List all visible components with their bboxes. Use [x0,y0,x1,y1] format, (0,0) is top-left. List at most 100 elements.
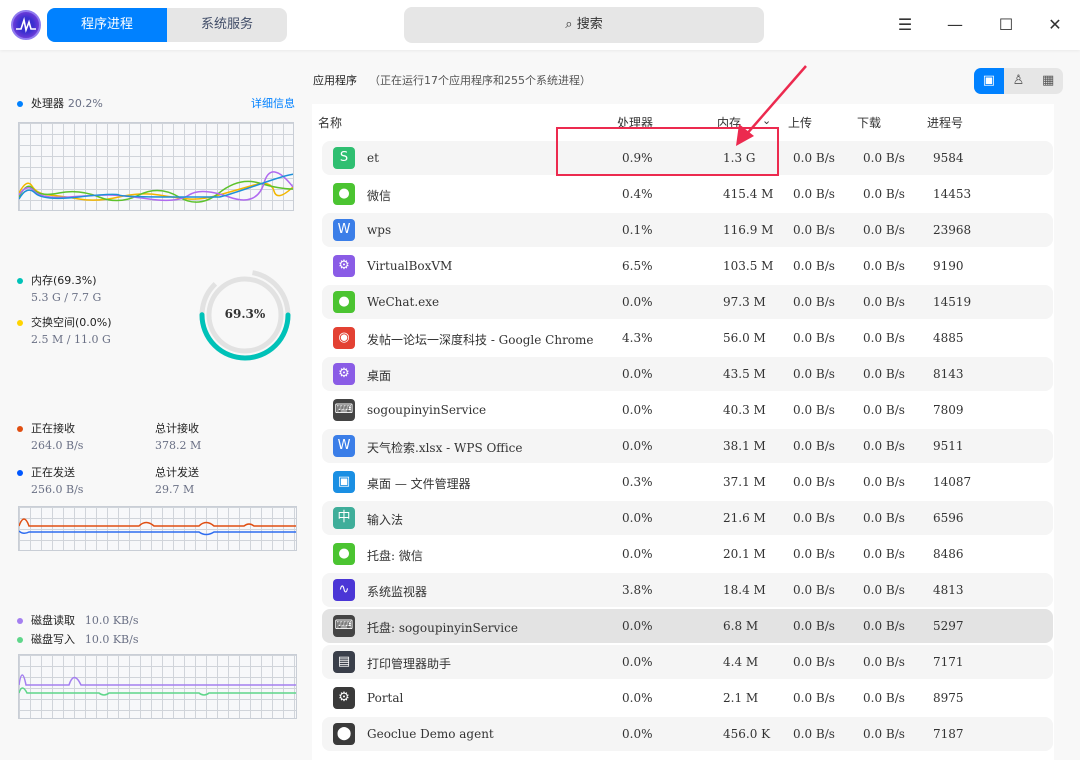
cpu-detail-link[interactable]: 详细信息 [251,95,295,111]
process-upload: 0.0 B/s [793,547,835,561]
sidebar-monitor: 处理器 20.2% 详细信息 内存(69.3%) 5.3 G / 7.7 G 交… [0,50,310,760]
table-row[interactable]: ▣ 桌面 — 文件管理器 0.3% 37.1 M 0.0 B/s 0.0 B/s… [322,465,1053,499]
process-cpu: 0.0% [622,367,653,381]
process-download: 0.0 B/s [863,547,905,561]
process-cpu: 0.0% [622,655,653,669]
panel-subtitle: （正在运行17个应用程序和255个系统进程） [369,74,591,87]
minimize-button[interactable]: — [940,10,970,40]
process-upload: 0.0 B/s [793,727,835,741]
process-download: 0.0 B/s [863,475,905,489]
tab-processes[interactable]: 程序进程 [47,8,167,42]
process-cpu: 0.0% [622,403,653,417]
process-memory: 21.6 M [723,511,766,525]
table-row[interactable]: 中 输入法 0.0% 21.6 M 0.0 B/s 0.0 B/s 6596 [322,501,1053,535]
table-row[interactable]: ⚙ 桌面 0.0% 43.5 M 0.0 B/s 0.0 B/s 8143 [322,357,1053,391]
process-download: 0.0 B/s [863,619,905,633]
disk-write-line [19,687,296,696]
process-upload: 0.0 B/s [793,187,835,201]
process-name: 打印管理器助手 [367,657,452,671]
column-name[interactable]: 名称 [318,114,342,131]
process-download: 0.0 B/s [863,439,905,453]
tab-services[interactable]: 系统服务 [167,8,287,42]
user-filter-icon[interactable]: ♙ [1004,68,1034,94]
process-download: 0.0 B/s [863,691,905,705]
table-row[interactable]: ⌨ 托盘: sogoupinyinService 0.0% 6.8 M 0.0 … [322,609,1053,643]
process-name: VirtualBoxVM [367,259,453,273]
search-input[interactable]: ⌕ 搜索 [404,7,764,43]
apps-filter-icon[interactable]: ▣ [974,68,1004,94]
table-row[interactable]: W wps 0.1% 116.9 M 0.0 B/s 0.0 B/s 23968 [322,213,1053,247]
column-upload[interactable]: 上传 [788,114,812,131]
send-line [19,530,296,536]
input-method-icon: 中 [333,507,355,529]
process-name: sogoupinyinService [367,403,487,417]
chrome-icon: ◉ [333,327,355,349]
process-memory: 38.1 M [723,439,766,453]
close-button[interactable]: ✕ [1040,10,1070,40]
all-processes-filter-icon[interactable]: ▦ [1033,68,1063,94]
process-upload: 0.0 B/s [793,619,835,633]
disk-write-dot [17,636,23,643]
process-memory: 2.1 M [723,691,759,705]
view-switcher: 程序进程 系统服务 [47,8,287,42]
process-download: 0.0 B/s [863,655,905,669]
keyboard-icon: ⌨ [333,615,355,637]
process-memory: 40.3 M [723,403,766,417]
sort-chevron-icon[interactable]: ⌄ [762,114,771,127]
table-row[interactable]: ⚙ VirtualBoxVM 6.5% 103.5 M 0.0 B/s 0.0 … [322,249,1053,283]
process-name: WeChat.exe [367,295,440,309]
maximize-button[interactable]: ☐ [991,10,1021,40]
process-name: 桌面 [367,369,392,383]
disk-read-line [19,674,296,686]
process-memory: 415.4 M [723,187,774,201]
swap-value: 2.5 M / 11.0 G [31,333,111,346]
process-memory: 43.5 M [723,367,766,381]
process-pid: 8143 [933,367,964,381]
menu-button[interactable]: ☰ [890,10,920,40]
process-name: Portal [367,691,404,705]
process-pid: 4885 [933,331,964,345]
memory-value: 5.3 G / 7.7 G [31,291,102,304]
process-cpu: 0.0% [622,295,653,309]
process-upload: 0.0 B/s [793,475,835,489]
table-row[interactable]: W 天气检索.xlsx - WPS Office 0.0% 38.1 M 0.0… [322,429,1053,463]
wechat-icon: ● [333,183,355,205]
process-name: 天气检索.xlsx - WPS Office [367,441,523,455]
table-row[interactable]: ∿ 系统监视器 3.8% 18.4 M 0.0 B/s 0.0 B/s 4813 [322,573,1053,607]
process-table: 名称 处理器 内存 ⌄ 上传 下载 进程号 S et 0.9% 1.3 G 0.… [312,104,1054,760]
table-row[interactable]: ⌨ sogoupinyinService 0.0% 40.3 M 0.0 B/s… [322,393,1053,427]
disk-read-value: 10.0 KB/s [84,614,139,627]
process-memory: 97.3 M [723,295,766,309]
printer-icon: ▤ [333,651,355,673]
process-cpu: 0.3% [622,475,653,489]
cpu-value: 20.2% [67,97,103,110]
column-pid[interactable]: 进程号 [927,114,963,131]
app-logo-icon [11,10,41,40]
process-name: Geoclue Demo agent [367,727,494,741]
column-download[interactable]: 下载 [857,114,881,131]
process-upload: 0.0 B/s [793,583,835,597]
process-pid: 7187 [933,727,964,741]
total-send-label: 总计发送 [155,466,199,479]
process-download: 0.0 B/s [863,259,905,273]
process-cpu: 0.0% [622,619,653,633]
process-pid: 8486 [933,547,964,561]
table-row[interactable]: ● 托盘: 微信 0.0% 20.1 M 0.0 B/s 0.0 B/s 848… [322,537,1053,571]
panel-header: 应用程序 （正在运行17个应用程序和255个系统进程） [313,72,591,88]
cpu-header: 处理器 20.2% [17,95,103,111]
process-upload: 0.0 B/s [793,331,835,345]
table-row[interactable]: ▤ 打印管理器助手 0.0% 4.4 M 0.0 B/s 0.0 B/s 717… [322,645,1053,679]
swap-label: 交换空间(0.0%) [31,316,112,329]
system-monitor-icon: ∿ [333,579,355,601]
memory-dot [17,277,23,284]
process-name: 微信 [367,189,392,203]
table-row[interactable]: ● 微信 0.4% 415.4 M 0.0 B/s 0.0 B/s 14453 [322,177,1053,211]
table-row[interactable]: ⬤ Geoclue Demo agent 0.0% 456.0 K 0.0 B/… [322,717,1053,751]
process-memory: 20.1 M [723,547,766,561]
process-name: et [367,151,379,165]
table-row[interactable]: ◉ 发帖一论坛一深度科技 - Google Chrome 4.3% 56.0 M… [322,321,1053,355]
process-download: 0.0 B/s [863,223,905,237]
table-row[interactable]: ⚙ Portal 0.0% 2.1 M 0.0 B/s 0.0 B/s 8975 [322,681,1053,715]
table-row[interactable]: ● WeChat.exe 0.0% 97.3 M 0.0 B/s 0.0 B/s… [322,285,1053,319]
wechat-icon: ● [333,291,355,313]
